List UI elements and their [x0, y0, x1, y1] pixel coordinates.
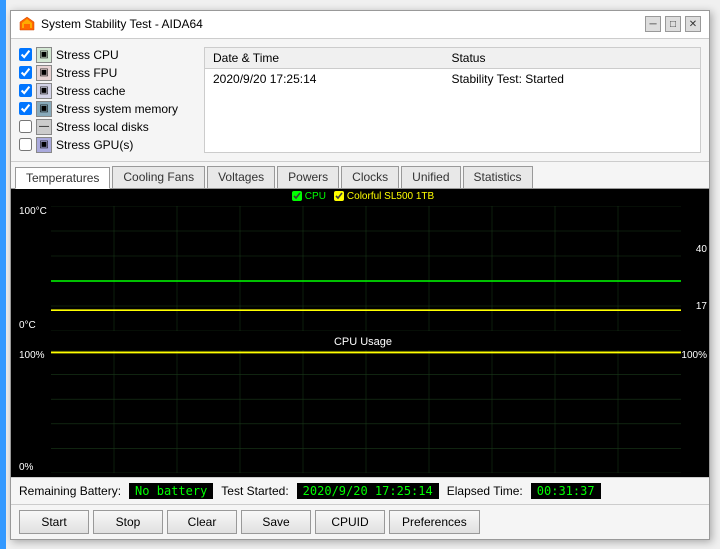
bottom-info-bar: Remaining Battery: No battery Test Start… — [11, 477, 709, 504]
stress-cpu-checkbox[interactable] — [19, 48, 32, 61]
disk-icon: — — [36, 119, 52, 135]
legend-cpu: CPU — [292, 191, 326, 202]
stress-disk-checkbox[interactable] — [19, 120, 32, 133]
action-buttons-bar: Start Stop Clear Save CPUID Preferences — [11, 504, 709, 539]
tabs-bar: Temperatures Cooling Fans Voltages Power… — [11, 162, 709, 189]
temp-right-17: 17 — [696, 301, 707, 312]
temp-y-top: 100°C — [19, 206, 47, 217]
tab-clocks[interactable]: Clocks — [341, 166, 399, 188]
cache-icon: ▣ — [36, 83, 52, 99]
legend-cpu-checkbox[interactable] — [292, 191, 302, 201]
tab-unified[interactable]: Unified — [401, 166, 460, 188]
main-window: System Stability Test - AIDA64 ─ □ ✕ ▣ S… — [10, 10, 710, 540]
stress-mem-checkbox[interactable] — [19, 102, 32, 115]
stop-button[interactable]: Stop — [93, 510, 163, 534]
fpu-icon: ▣ — [36, 65, 52, 81]
checkbox-stress-gpu[interactable]: ▣ Stress GPU(s) — [19, 137, 194, 153]
preferences-button[interactable]: Preferences — [389, 510, 480, 534]
temperature-chart: CPU Colorful SL500 1TB 100°C 0°C — [11, 189, 709, 334]
usage-chart-title: CPU Usage — [17, 334, 709, 350]
tab-cooling-fans[interactable]: Cooling Fans — [112, 166, 205, 188]
title-controls: ─ □ ✕ — [645, 16, 701, 32]
stress-cache-label: Stress cache — [56, 84, 125, 98]
stress-cache-checkbox[interactable] — [19, 84, 32, 97]
stress-gpu-checkbox[interactable] — [19, 138, 32, 151]
tab-statistics[interactable]: Statistics — [463, 166, 533, 188]
elapsed-value: 00:31:37 — [531, 483, 601, 499]
window-title: System Stability Test - AIDA64 — [41, 17, 203, 31]
status-datetime: 2020/9/20 17:25:14 — [205, 68, 443, 89]
stress-mem-label: Stress system memory — [56, 102, 178, 116]
legend-disk-label: Colorful SL500 1TB — [347, 191, 434, 202]
test-started-value: 2020/9/20 17:25:14 — [297, 483, 439, 499]
legend-disk: Colorful SL500 1TB — [334, 191, 434, 202]
stress-tests-panel: ▣ Stress CPU ▣ Stress FPU ▣ Stress cache… — [19, 47, 194, 153]
title-bar: System Stability Test - AIDA64 ─ □ ✕ — [11, 11, 709, 39]
battery-label: Remaining Battery: — [19, 484, 121, 498]
tab-temperatures[interactable]: Temperatures — [15, 167, 110, 189]
temp-right-40: 40 — [696, 244, 707, 255]
temp-chart-title: CPU Colorful SL500 1TB — [17, 189, 709, 207]
cpu-usage-chart: CPU Usage 100% 0% — [11, 334, 709, 477]
battery-value: No battery — [129, 483, 213, 499]
start-button[interactable]: Start — [19, 510, 89, 534]
checkbox-stress-mem[interactable]: ▣ Stress system memory — [19, 101, 194, 117]
charts-area: CPU Colorful SL500 1TB 100°C 0°C — [11, 189, 709, 477]
tab-voltages[interactable]: Voltages — [207, 166, 275, 188]
usage-right-label: 100% — [681, 350, 707, 361]
cpu-icon: ▣ — [36, 47, 52, 63]
test-started-label: Test Started: — [221, 484, 288, 498]
checkbox-stress-cache[interactable]: ▣ Stress cache — [19, 83, 194, 99]
status-text: Stability Test: Started — [443, 68, 700, 89]
mem-icon: ▣ — [36, 101, 52, 117]
cpuid-button[interactable]: CPUID — [315, 510, 385, 534]
save-button[interactable]: Save — [241, 510, 311, 534]
checkbox-stress-disk[interactable]: — Stress local disks — [19, 119, 194, 135]
status-row: 2020/9/20 17:25:14 Stability Test: Start… — [205, 68, 700, 89]
stress-disk-label: Stress local disks — [56, 120, 149, 134]
usage-chart-svg — [51, 350, 681, 473]
checkbox-stress-fpu[interactable]: ▣ Stress FPU — [19, 65, 194, 81]
minimize-button[interactable]: ─ — [645, 16, 661, 32]
legend-cpu-label: CPU — [305, 191, 326, 202]
maximize-button[interactable]: □ — [665, 16, 681, 32]
elapsed-label: Elapsed Time: — [447, 484, 523, 498]
status-table: Date & Time Status 2020/9/20 17:25:14 St… — [204, 47, 701, 153]
legend-disk-checkbox[interactable] — [334, 191, 344, 201]
top-section: ▣ Stress CPU ▣ Stress FPU ▣ Stress cache… — [11, 39, 709, 162]
close-button[interactable]: ✕ — [685, 16, 701, 32]
app-icon — [19, 16, 35, 32]
gpu-icon: ▣ — [36, 137, 52, 153]
stress-fpu-checkbox[interactable] — [19, 66, 32, 79]
temp-y-bottom: 0°C — [19, 320, 36, 331]
stress-gpu-label: Stress GPU(s) — [56, 138, 133, 152]
usage-y-top: 100% — [19, 350, 45, 361]
content-area: ▣ Stress CPU ▣ Stress FPU ▣ Stress cache… — [11, 39, 709, 539]
checkbox-stress-cpu[interactable]: ▣ Stress CPU — [19, 47, 194, 63]
tab-powers[interactable]: Powers — [277, 166, 339, 188]
usage-y-bottom: 0% — [19, 462, 33, 473]
stress-fpu-label: Stress FPU — [56, 66, 117, 80]
stress-cpu-label: Stress CPU — [56, 48, 119, 62]
temp-chart-svg — [51, 206, 681, 331]
col-datetime: Date & Time — [205, 48, 443, 69]
clear-button[interactable]: Clear — [167, 510, 237, 534]
title-bar-left: System Stability Test - AIDA64 — [19, 16, 203, 32]
col-status: Status — [443, 48, 700, 69]
